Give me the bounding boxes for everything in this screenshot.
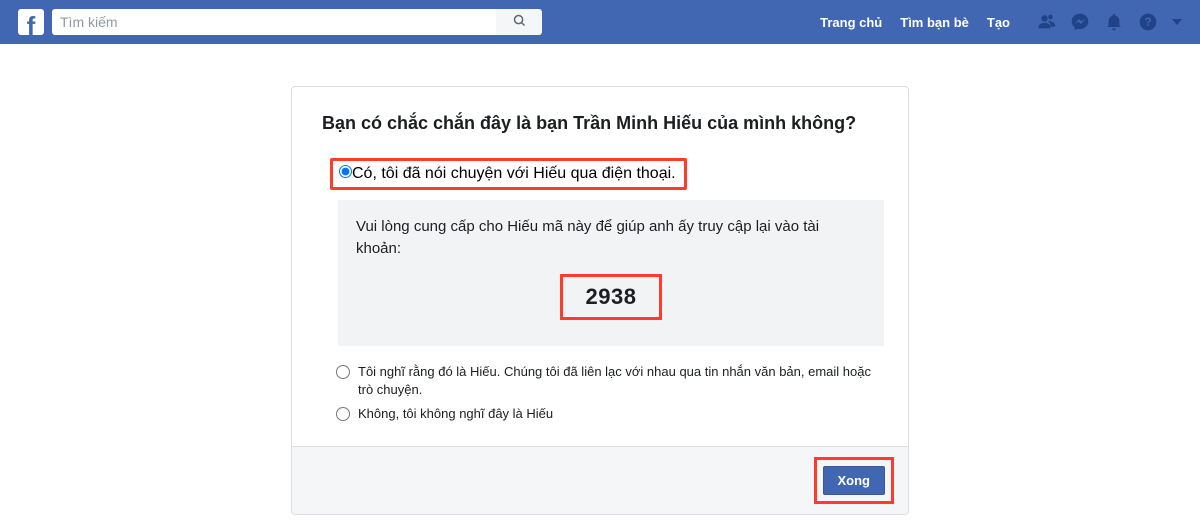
account-menu-caret-icon[interactable]	[1172, 19, 1182, 25]
card-footer: Xong	[292, 446, 908, 514]
recovery-code-panel: Vui lòng cung cấp cho Hiếu mã này để giú…	[338, 200, 884, 346]
nav-create[interactable]: Tạo	[987, 15, 1010, 30]
nav-find-friends[interactable]: Tìm bạn bè	[900, 15, 969, 30]
label-no[interactable]: Không, tôi không nghĩ đây là Hiếu	[358, 405, 553, 423]
done-highlight: Xong	[814, 457, 895, 504]
messenger-icon[interactable]	[1070, 12, 1090, 32]
label-yes-text[interactable]: Tôi nghĩ rằng đó là Hiếu. Chúng tôi đã l…	[358, 363, 884, 399]
nav-home[interactable]: Trang chủ	[820, 15, 882, 30]
top-icons: ?	[1034, 11, 1182, 33]
top-nav: Trang chủ Tìm bạn bè Tạo ?	[820, 11, 1182, 33]
radio-yes-phone[interactable]	[339, 165, 352, 178]
notifications-icon[interactable]	[1104, 12, 1124, 32]
recovery-code-box: 2938	[560, 274, 662, 320]
search-button[interactable]	[496, 9, 542, 35]
option-row-yes-phone: Có, tôi đã nói chuyện với Hiếu qua điện …	[330, 158, 687, 190]
recovery-code-prompt: Vui lòng cung cấp cho Hiếu mã này để giú…	[356, 216, 866, 260]
search-input[interactable]	[52, 9, 496, 35]
radio-no[interactable]	[336, 407, 350, 421]
friend-requests-icon[interactable]	[1034, 11, 1056, 33]
svg-text:?: ?	[1144, 16, 1151, 29]
help-icon[interactable]: ?	[1138, 12, 1158, 32]
confirm-friend-card: Bạn có chắc chắn đây là bạn Trần Minh Hi…	[291, 86, 909, 515]
label-yes-phone[interactable]: Có, tôi đã nói chuyện với Hiếu qua điện …	[352, 165, 676, 183]
radio-yes-text[interactable]	[336, 365, 350, 379]
recovery-code: 2938	[586, 284, 637, 310]
search-wrap	[52, 9, 542, 35]
done-button[interactable]: Xong	[823, 466, 886, 495]
top-bar: f Trang chủ Tìm bạn bè Tạo ?	[0, 0, 1200, 44]
facebook-logo[interactable]: f	[18, 9, 44, 35]
option-row-no: Không, tôi không nghĩ đây là Hiếu	[316, 402, 884, 426]
search-icon	[512, 13, 527, 31]
option-row-yes-text: Tôi nghĩ rằng đó là Hiếu. Chúng tôi đã l…	[316, 360, 884, 402]
card-title: Bạn có chắc chắn đây là bạn Trần Minh Hi…	[322, 113, 878, 134]
